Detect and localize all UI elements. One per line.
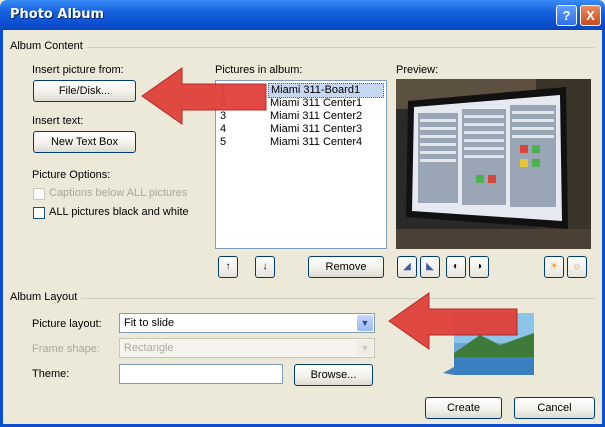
frame-shape-value: Rectangle [124,342,174,354]
preview-image [396,79,591,249]
annotation-arrow-left-icon [141,67,267,125]
arrow-down-icon: ↓ [262,261,268,272]
new-text-box-button-label: New Text Box [50,136,119,148]
new-text-box-button[interactable]: New Text Box [33,131,136,153]
contrast-down-button[interactable]: ◑ [469,256,489,278]
create-button[interactable]: Create [425,397,502,419]
window-title: Photo Album [10,7,105,22]
contrast-up-button[interactable]: ◐ [446,256,466,278]
close-button[interactable]: X [580,5,601,26]
album-content-group [10,47,595,48]
chevron-down-icon[interactable]: ▼ [357,315,373,331]
frame-shape-label: Frame shape: [32,343,100,355]
brightness-down-icon: ☼ [572,261,582,272]
frame-shape-select[interactable]: Rectangle ▼ [119,338,375,358]
cancel-button[interactable]: Cancel [514,397,595,419]
contrast-up-icon: ◐ [452,261,460,272]
brightness-up-icon: ☀ [549,261,559,272]
picture-options-label: Picture Options: [32,169,111,181]
browse-button-label: Browse... [310,369,357,381]
remove-button[interactable]: Remove [308,256,384,278]
cancel-button-label: Cancel [537,402,572,414]
theme-label: Theme: [32,368,70,380]
rotate-left-button[interactable]: ◢ [397,256,417,278]
picture-layout-value: Fit to slide [124,317,175,329]
title-bar: Photo Album ? X [0,0,605,30]
browse-button[interactable]: Browse... [294,364,373,386]
chevron-down-icon[interactable]: ▼ [357,340,373,356]
list-item-number: 5 [220,136,227,148]
annotation-arrow-left-icon [388,292,518,350]
insert-picture-label: Insert picture from: [32,64,124,76]
black-white-checkbox-label: ALL pictures black and white [49,206,189,218]
list-item-name: Miami 311 Center3 [270,123,363,135]
file-disk-button[interactable]: File/Disk... [33,80,136,102]
preview-label: Preview: [396,64,439,76]
captions-checkbox-label: Captions below ALL pictures [49,187,188,199]
rotate-left-icon: ◢ [403,261,411,272]
arrow-up-icon: ↑ [225,261,231,272]
list-item[interactable]: 5 Miami 311 Center4 [218,136,384,149]
brightness-up-button[interactable]: ☀ [544,256,564,278]
window-border-left [0,30,3,427]
help-button[interactable]: ? [556,5,577,26]
picture-layout-select[interactable]: Fit to slide ▼ [119,313,375,333]
move-up-button[interactable]: ↑ [218,256,238,278]
file-disk-button-label: File/Disk... [58,85,111,97]
list-item-name: Miami 311 Center4 [270,136,363,148]
black-white-checkbox[interactable] [33,207,45,219]
theme-input[interactable] [119,364,283,384]
create-button-label: Create [446,402,481,414]
remove-button-label: Remove [325,261,367,273]
list-item-name: Miami 311 Center2 [270,110,363,122]
rotate-right-button[interactable]: ◣ [420,256,440,278]
album-content-label: Album Content [10,40,87,52]
list-item-name: Miami 311-Board1 [268,83,384,98]
captions-checkbox[interactable] [33,188,45,200]
list-item-name: Miami 311 Center1 [270,97,363,109]
brightness-down-button[interactable]: ☼ [567,256,587,278]
album-layout-label: Album Layout [10,291,82,303]
picture-layout-label: Picture layout: [32,318,102,330]
contrast-down-icon: ◑ [475,261,483,272]
insert-text-label: Insert text: [32,115,84,127]
move-down-button[interactable]: ↓ [255,256,275,278]
rotate-right-icon: ◣ [426,261,434,272]
preview-photo-monitor [396,79,591,249]
photo-album-dialog: Photo Album ? X Album Content Insert pic… [0,0,605,427]
